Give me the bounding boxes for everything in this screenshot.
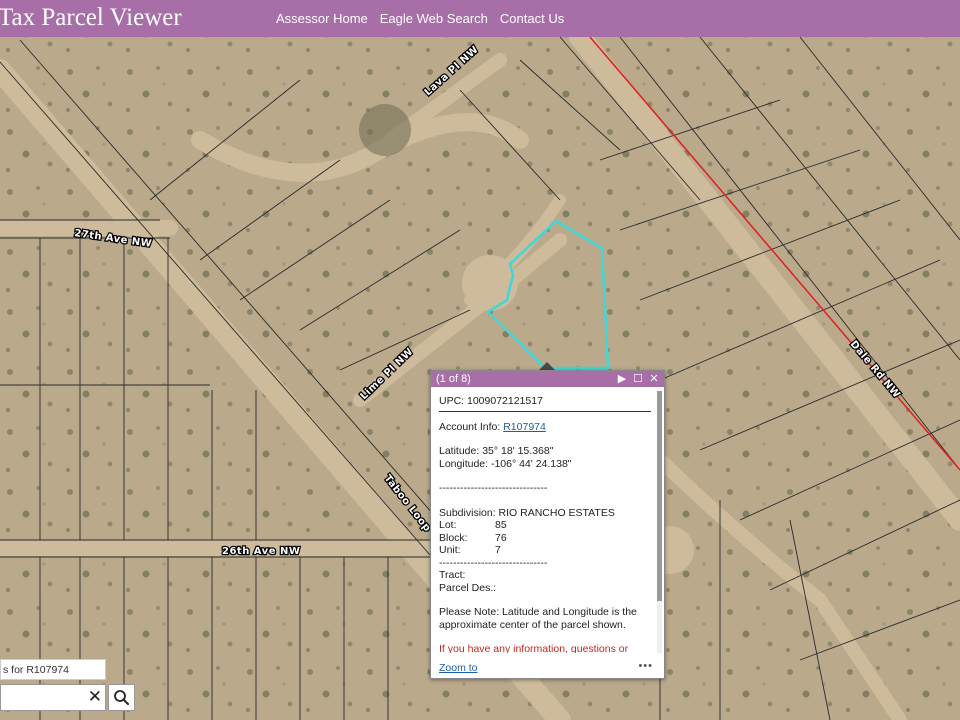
popup-footer: Zoom to ••• xyxy=(439,660,657,674)
lot-value: 85 xyxy=(495,519,507,531)
nav-assessor-home[interactable]: Assessor Home xyxy=(276,11,368,26)
unit-value: 7 xyxy=(495,544,501,556)
search-icon xyxy=(114,690,129,705)
scrollbar-thumb[interactable] xyxy=(657,391,662,601)
road-label: 26th Ave NW xyxy=(222,546,300,557)
app-header: Tax Parcel Viewer Assessor Home Eagle We… xyxy=(0,0,960,37)
account-link[interactable]: R107974 xyxy=(503,421,546,433)
zoom-to-link[interactable]: Zoom to xyxy=(439,662,478,674)
search-suggestion[interactable]: s for R107974 xyxy=(0,659,106,680)
coordinate-note: Please Note: Latitude and Longitude is t… xyxy=(439,606,637,631)
nav-bar: Assessor Home Eagle Web Search Contact U… xyxy=(276,11,564,26)
account-info: Account Info: R107974 xyxy=(439,421,651,434)
search-input[interactable]: ✕ xyxy=(0,684,106,711)
popup-pointer xyxy=(539,362,555,370)
popup-header: (1 of 8) ▶ ☐ ✕ xyxy=(431,371,664,387)
block-label: Block: xyxy=(439,531,468,544)
upc-value: UPC: 1009072121517 xyxy=(439,395,651,412)
separator: ------------------------------- xyxy=(439,482,548,494)
unit-row: Unit: 7 xyxy=(439,544,651,557)
latitude: Latitude: 35° 18' 15.368" xyxy=(439,445,554,457)
lot-row: Lot: 85 xyxy=(439,519,651,532)
tract: Tract: xyxy=(439,569,466,581)
parcel-description: Parcel Des.: xyxy=(439,581,497,594)
search-button[interactable] xyxy=(108,684,135,711)
popup-scrollbar[interactable] xyxy=(657,391,662,653)
unit-label: Unit: xyxy=(439,544,461,556)
longitude: Longitude: -106° 44' 24.138" xyxy=(439,457,572,470)
clear-icon[interactable]: ✕ xyxy=(88,688,102,706)
account-label: Account Info: xyxy=(439,420,501,433)
more-actions-icon[interactable]: ••• xyxy=(638,660,653,672)
app-title: Tax Parcel Viewer xyxy=(0,4,182,31)
play-icon[interactable]: ▶ xyxy=(616,372,628,385)
maximize-icon[interactable]: ☐ xyxy=(632,372,644,385)
popup-content: UPC: 1009072121517 Account Info: R107974… xyxy=(439,395,651,653)
block-value: 76 xyxy=(495,531,507,544)
nav-eagle-web-search[interactable]: Eagle Web Search xyxy=(380,11,488,26)
separator: ------------------------------- xyxy=(439,556,548,569)
parcel-info-popup: (1 of 8) ▶ ☐ ✕ UPC: 1009072121517 Accoun… xyxy=(430,370,665,679)
block-row: Block: 76 xyxy=(439,532,651,545)
popup-counter: (1 of 8) xyxy=(436,373,471,385)
contact-note: If you have any information, questions o… xyxy=(439,643,629,653)
cul-de-sac xyxy=(359,104,411,156)
close-icon[interactable]: ✕ xyxy=(648,372,660,385)
lot-label: Lot: xyxy=(439,519,457,531)
nav-contact-us[interactable]: Contact Us xyxy=(500,11,564,26)
subdivision: Subdivision: RIO RANCHO ESTATES xyxy=(439,506,615,519)
